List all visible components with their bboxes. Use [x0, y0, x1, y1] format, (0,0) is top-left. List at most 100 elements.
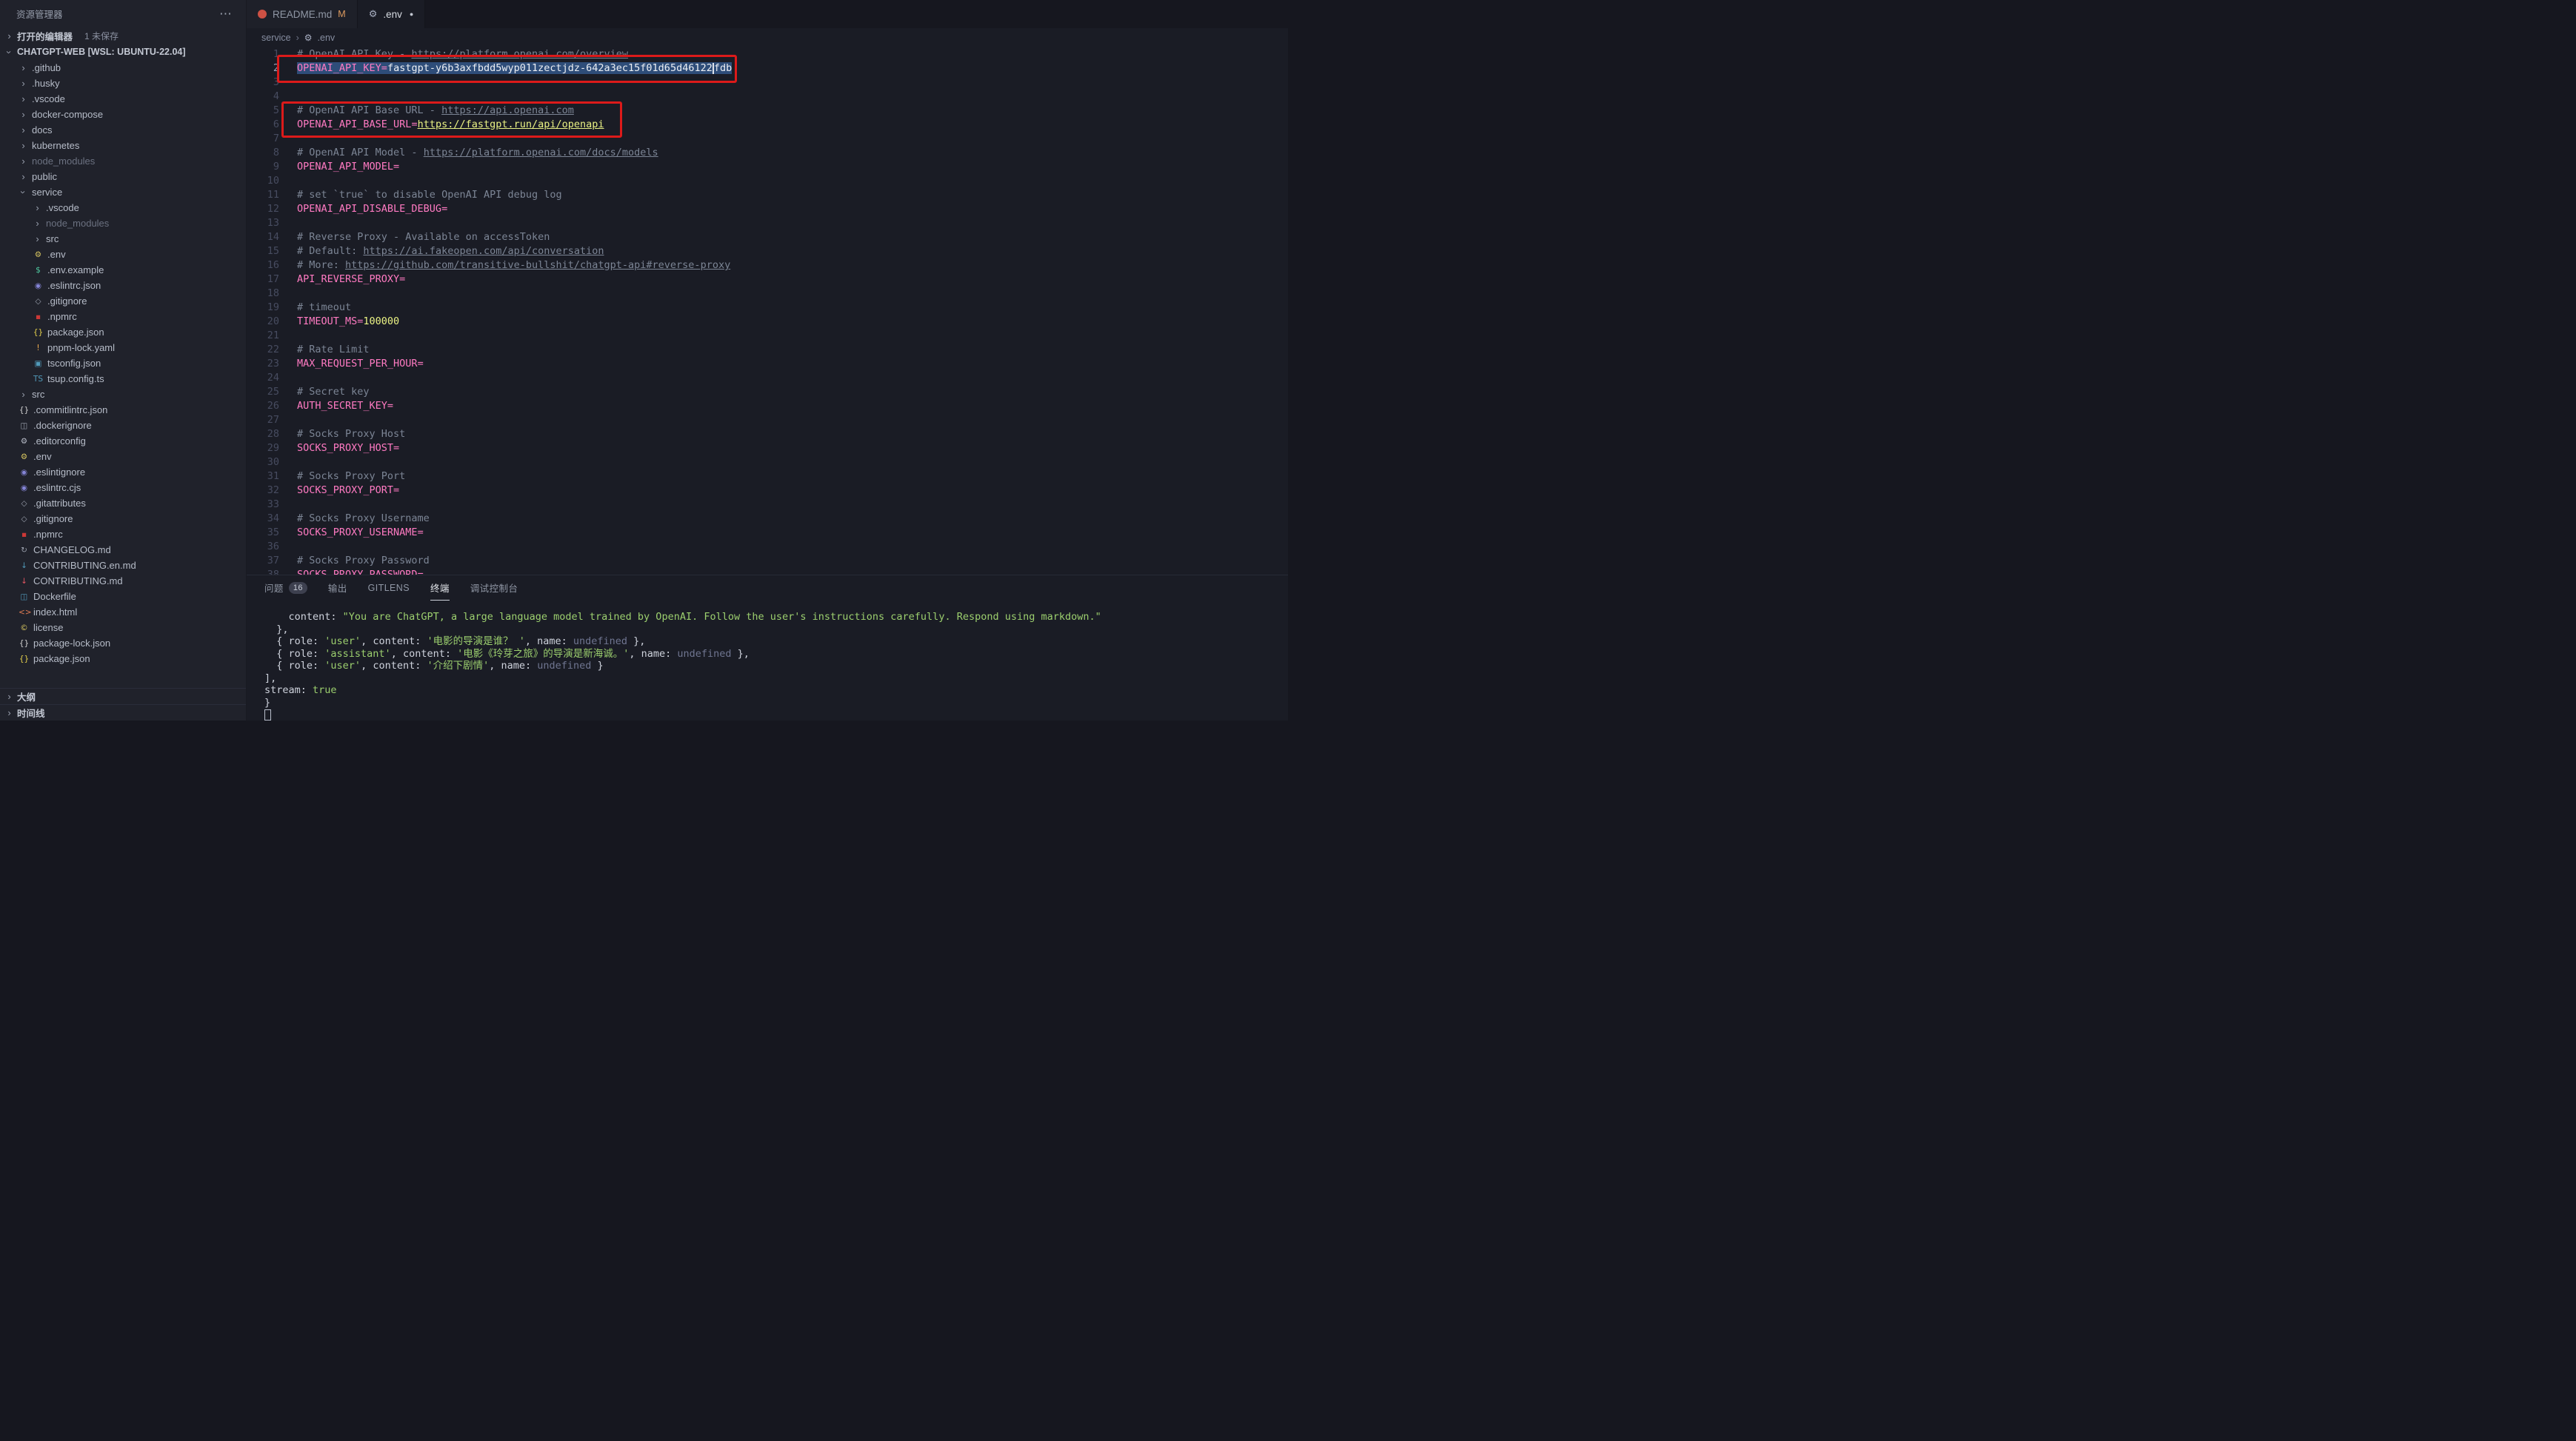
panel-tab-终端[interactable]: 终端	[430, 575, 450, 601]
editor-line[interactable]	[297, 498, 1288, 512]
editor-line[interactable]: # Socks Proxy Username	[297, 512, 1288, 526]
timeline-section-header[interactable]: › 时间线	[0, 704, 246, 720]
editor-line[interactable]	[297, 216, 1288, 230]
tree-file-index.html[interactable]: <>index.html	[0, 604, 246, 620]
editor-line[interactable]	[297, 90, 1288, 104]
tree-file-CHANGELOG.md[interactable]: ↻CHANGELOG.md	[0, 542, 246, 558]
tree-file-license[interactable]: ©license	[0, 620, 246, 635]
tree-file-.gitattributes[interactable]: ◇.gitattributes	[0, 495, 246, 511]
editor-line[interactable]: TIMEOUT_MS=100000	[297, 315, 1288, 329]
editor-line[interactable]: API_REVERSE_PROXY=	[297, 273, 1288, 287]
editor-line[interactable]: # OpenAI API Base URL - https://api.open…	[297, 104, 1288, 118]
editor-line[interactable]: OPENAI_API_KEY=fastgpt-y6b3axfbdd5wyp011…	[297, 61, 1288, 76]
tree-folder-.github[interactable]: ›.github	[0, 60, 246, 76]
tree-folder-.vscode[interactable]: ›.vscode	[0, 200, 246, 215]
sidebar-header: 资源管理器 ⋯	[0, 0, 246, 27]
editor-line[interactable]: # timeout	[297, 301, 1288, 315]
tree-file-.env[interactable]: ⚙.env	[0, 449, 246, 464]
open-editors-section-header[interactable]: › 打开的编辑器 1 未保存	[0, 27, 246, 44]
editor-line[interactable]	[297, 132, 1288, 146]
tree-file-.commitlintrc.json[interactable]: {}.commitlintrc.json	[0, 402, 246, 418]
tree-file-package.json[interactable]: {}package.json	[0, 324, 246, 340]
tree-file-pnpm-lock.yaml[interactable]: !pnpm-lock.yaml	[0, 340, 246, 355]
editor-line[interactable]: OPENAI_API_MODEL=	[297, 160, 1288, 174]
editor-line[interactable]: # OpenAI API Key - https://platform.open…	[297, 47, 1288, 61]
tree-file-CONTRIBUTING.en.md[interactable]: ↓CONTRIBUTING.en.md	[0, 558, 246, 573]
file-tree: ›.github›.husky›.vscode›docker-compose›d…	[0, 60, 246, 688]
editor-line[interactable]: MAX_REQUEST_PER_HOUR=	[297, 357, 1288, 371]
tree-file-tsup.config.ts[interactable]: TStsup.config.ts	[0, 371, 246, 387]
breadcrumb-folder[interactable]: service	[261, 33, 291, 43]
more-actions-icon[interactable]: ⋯	[219, 7, 233, 21]
editor-line[interactable]	[297, 540, 1288, 554]
editor-line[interactable]: # Rate Limit	[297, 343, 1288, 357]
editor-line[interactable]: # OpenAI API Model - https://platform.op…	[297, 146, 1288, 160]
tree-file-.dockerignore[interactable]: ◫.dockerignore	[0, 418, 246, 433]
editor-line[interactable]: SOCKS_PROXY_PASSWORD=	[297, 568, 1288, 575]
editor-line[interactable]: OPENAI_API_DISABLE_DEBUG=	[297, 202, 1288, 216]
tree-item-label: CONTRIBUTING.en.md	[33, 560, 136, 571]
editor-line[interactable]: # Secret key	[297, 385, 1288, 399]
tree-file-Dockerfile[interactable]: ◫Dockerfile	[0, 589, 246, 604]
tree-folder-kubernetes[interactable]: ›kubernetes	[0, 138, 246, 153]
tree-folder-service[interactable]: ›service	[0, 184, 246, 200]
tree-folder-public[interactable]: ›public	[0, 169, 246, 184]
code-content[interactable]: # OpenAI API Key - https://platform.open…	[279, 47, 1288, 575]
tree-folder-src[interactable]: ›src	[0, 231, 246, 247]
editor-line[interactable]	[297, 287, 1288, 301]
tree-folder-src[interactable]: ›src	[0, 387, 246, 402]
tree-file-.env.example[interactable]: $.env.example	[0, 262, 246, 278]
tree-file-package.json[interactable]: {}package.json	[0, 651, 246, 666]
tree-file-.npmrc[interactable]: ▪.npmrc	[0, 309, 246, 324]
tree-file-tsconfig.json[interactable]: ▣tsconfig.json	[0, 355, 246, 371]
tree-file-.eslintrc.cjs[interactable]: ◉.eslintrc.cjs	[0, 480, 246, 495]
tab-.env[interactable]: ⚙.env●	[358, 0, 426, 28]
tree-folder-node_modules[interactable]: ›node_modules	[0, 153, 246, 169]
chevron-right-icon: ›	[4, 30, 14, 41]
panel-tab-输出[interactable]: 输出	[328, 575, 347, 601]
editor-line[interactable]: # Default: https://ai.fakeopen.com/api/c…	[297, 244, 1288, 258]
tree-file-package-lock.json[interactable]: {}package-lock.json	[0, 635, 246, 651]
tree-file-.eslintrc.json[interactable]: ◉.eslintrc.json	[0, 278, 246, 293]
editor-line[interactable]: # Socks Proxy Password	[297, 554, 1288, 568]
tree-folder-.husky[interactable]: ›.husky	[0, 76, 246, 91]
outline-section-header[interactable]: › 大纲	[0, 688, 246, 704]
editor-line[interactable]: OPENAI_API_BASE_URL=https://fastgpt.run/…	[297, 118, 1288, 132]
editor-line[interactable]: # Socks Proxy Host	[297, 427, 1288, 441]
tree-file-.editorconfig[interactable]: ⚙.editorconfig	[0, 433, 246, 449]
tree-folder-.vscode[interactable]: ›.vscode	[0, 91, 246, 107]
editor-line[interactable]: # More: https://github.com/transitive-bu…	[297, 258, 1288, 273]
tree-file-.gitignore[interactable]: ◇.gitignore	[0, 293, 246, 309]
editor-line[interactable]: # Socks Proxy Port	[297, 469, 1288, 484]
editor-line[interactable]	[297, 455, 1288, 469]
editor-line[interactable]	[297, 413, 1288, 427]
tree-folder-node_modules[interactable]: ›node_modules	[0, 215, 246, 231]
tree-folder-docker-compose[interactable]: ›docker-compose	[0, 107, 246, 122]
tab-README.md[interactable]: README.mdM	[247, 0, 358, 28]
panel-tab-问题[interactable]: 问题16	[264, 575, 307, 601]
editor-line[interactable]: # set `true` to disable OpenAI API debug…	[297, 188, 1288, 202]
editor-line[interactable]	[297, 329, 1288, 343]
editor-line[interactable]: SOCKS_PROXY_PORT=	[297, 484, 1288, 498]
tree-file-.npmrc[interactable]: ▪.npmrc	[0, 526, 246, 542]
editor-line[interactable]: # Reverse Proxy - Available on accessTok…	[297, 230, 1288, 244]
panel-tab-调试控制台[interactable]: 调试控制台	[470, 575, 518, 601]
panel-tab-GITLENS[interactable]: GITLENS	[368, 575, 410, 601]
tree-file-.env[interactable]: ⚙.env	[0, 247, 246, 262]
terminal-output[interactable]: content: "You are ChatGPT, a large langu…	[247, 601, 1288, 720]
tree-item-label: package.json	[33, 653, 90, 664]
editor-line[interactable]	[297, 76, 1288, 90]
editor-line[interactable]: SOCKS_PROXY_USERNAME=	[297, 526, 1288, 540]
project-section-header[interactable]: › CHATGPT-WEB [WSL: UBUNTU-22.04]	[0, 44, 246, 60]
tree-file-.eslintignore[interactable]: ◉.eslintignore	[0, 464, 246, 480]
editor-line[interactable]	[297, 371, 1288, 385]
editor-line[interactable]: SOCKS_PROXY_HOST=	[297, 441, 1288, 455]
tree-item-label: node_modules	[32, 156, 95, 167]
tree-folder-docs[interactable]: ›docs	[0, 122, 246, 138]
tree-file-CONTRIBUTING.md[interactable]: ↓CONTRIBUTING.md	[0, 573, 246, 589]
breadcrumb-file[interactable]: .env	[318, 33, 336, 43]
editor-line[interactable]: AUTH_SECRET_KEY=	[297, 399, 1288, 413]
editor-line[interactable]	[297, 174, 1288, 188]
tree-file-.gitignore[interactable]: ◇.gitignore	[0, 511, 246, 526]
code-editor[interactable]: 1234567891011121314151617181920212223242…	[247, 47, 1288, 575]
